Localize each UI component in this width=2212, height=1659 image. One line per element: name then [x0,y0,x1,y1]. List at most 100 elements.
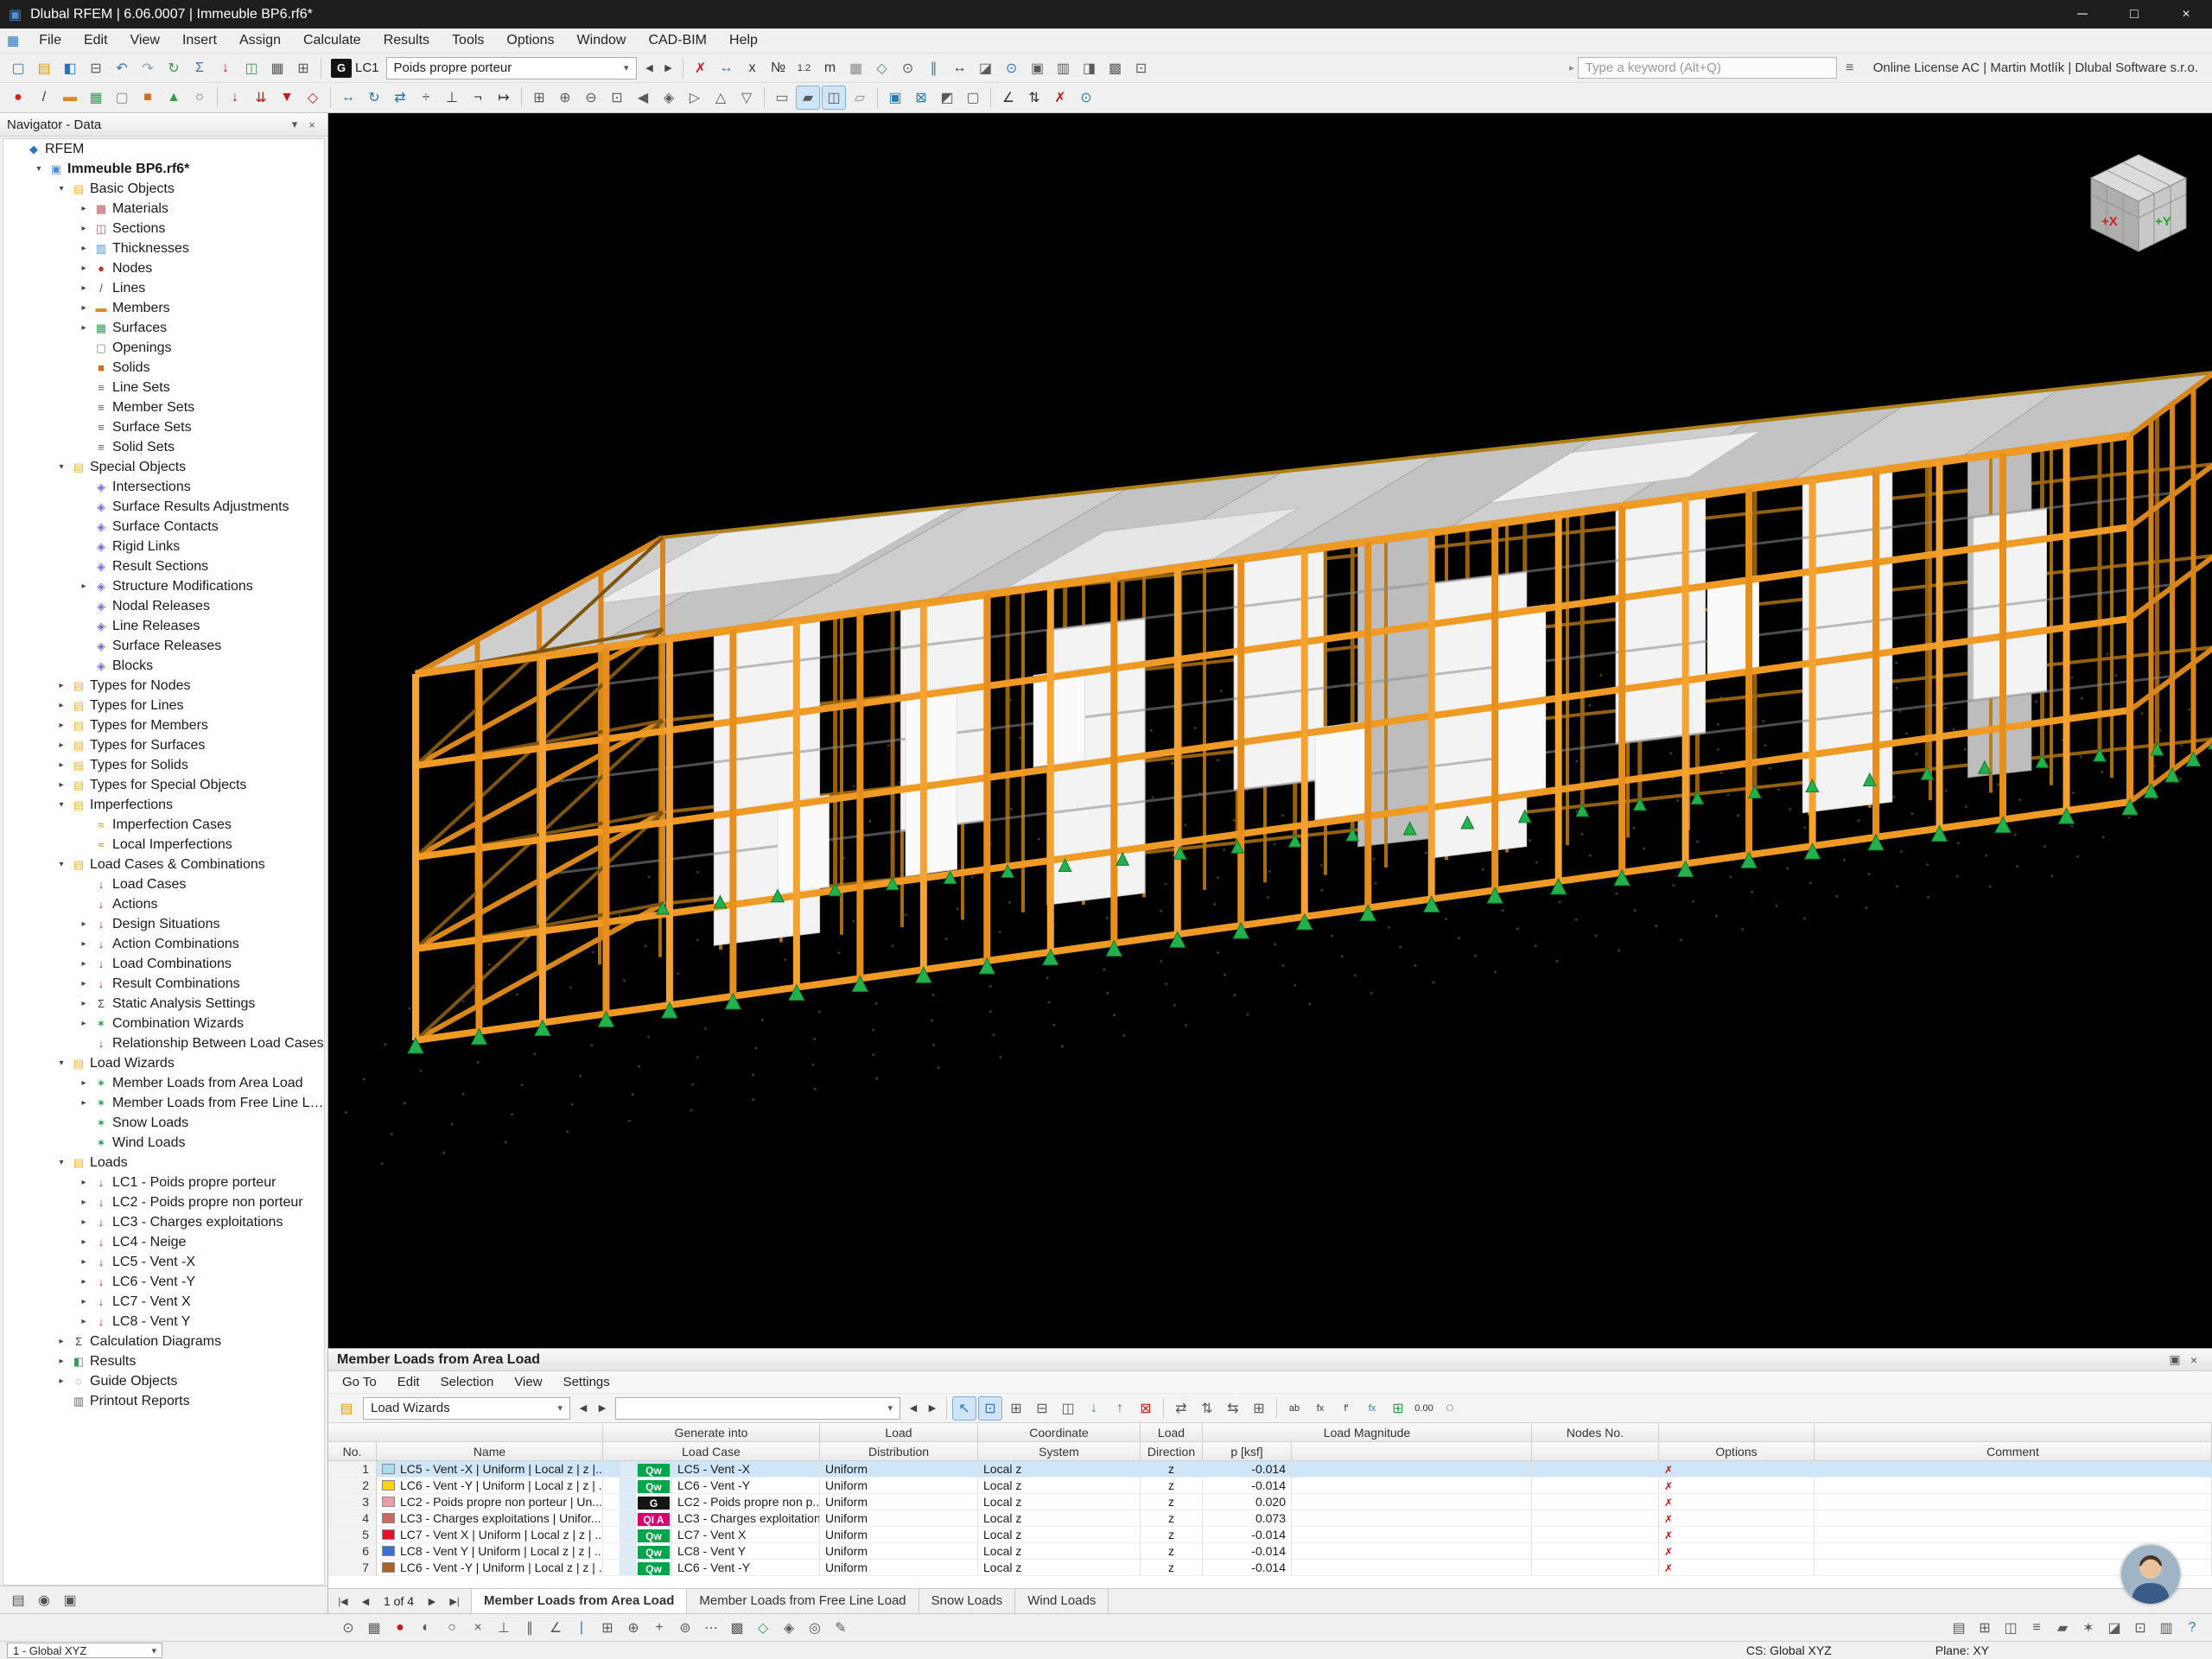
calculator-icon[interactable]: ⊞ [1386,1396,1410,1421]
grid-icon[interactable]: ▦ [844,56,868,80]
tree-item-thicknesses[interactable]: ▸▥Thicknesses [3,238,324,258]
eye-icon[interactable]: ◉ [32,1588,56,1612]
intersection-snap-icon[interactable]: × [466,1616,490,1640]
layers-icon[interactable]: ≡ [2024,1616,2049,1640]
minimize-button[interactable]: ─ [2056,0,2108,29]
endpoint-snap-icon[interactable]: ○ [440,1616,464,1640]
options-icon[interactable]: ✗ [1664,1513,1673,1525]
view-in-x-icon[interactable]: ▷ [683,86,707,110]
tree-item-result-combinations[interactable]: ▸↓Result Combinations [3,974,324,994]
lighting-icon[interactable]: ✶ [2076,1616,2101,1640]
mirror-icon[interactable]: ⇄ [388,86,412,110]
expand-icon[interactable]: ▸ [54,760,69,770]
tab-member-loads-from-area-load[interactable]: Member Loads from Area Load [472,1589,687,1614]
visibility-icon[interactable]: ⊙ [1000,56,1024,80]
view-in-y-icon[interactable]: △ [709,86,733,110]
expand-icon[interactable]: ▸ [76,1257,92,1267]
angle-snap-icon[interactable]: ∠ [543,1616,568,1640]
last-page-button[interactable]: ▶| [443,1596,466,1607]
open-model-icon[interactable]: ▤ [32,56,56,80]
hidden-lines-icon[interactable]: ▱ [848,86,872,110]
coordinate-input-icon[interactable]: + [647,1616,671,1640]
tree-item-design-situations[interactable]: ▸↓Design Situations [3,914,324,934]
units-icon[interactable]: m [818,56,842,80]
decimal-places-icon[interactable]: 0.00 [1412,1396,1436,1421]
collapse-icon[interactable]: ▾ [54,462,69,472]
tab-member-loads-from-free-line-load[interactable]: Member Loads from Free Line Load [687,1589,918,1614]
viewport-3d[interactable]: +X +Y [328,113,2212,1348]
user-avatar[interactable] [2121,1545,2180,1604]
tree-item-solids[interactable]: ■Solids [3,358,324,378]
menu-calculate[interactable]: Calculate [292,29,372,53]
node-snap-icon[interactable]: ● [388,1616,412,1640]
solid-display-icon[interactable]: ▰ [796,86,820,110]
options-icon[interactable]: ✗ [1664,1562,1673,1574]
edit-coordinates-icon[interactable]: ✎ [829,1616,853,1640]
measure-icon[interactable]: ∠ [996,86,1020,110]
tables-toggle-icon[interactable]: ⊞ [1973,1616,1997,1640]
isometric-view-icon[interactable]: ◈ [657,86,681,110]
expand-icon[interactable]: ▸ [76,1078,92,1088]
insert-opening-icon[interactable]: ▢ [110,86,134,110]
tree-item-materials[interactable]: ▸▦Materials [3,199,324,219]
new-model-icon[interactable]: ▢ [6,56,30,80]
coordinate-system-combo[interactable]: 1 - Global XYZ ▾ [7,1643,162,1658]
load-case-combo[interactable]: Poids propre porteur ▾ [386,57,637,79]
menu-assign[interactable]: Assign [228,29,292,53]
snap-settings-icon[interactable]: ⊙ [336,1616,360,1640]
menu-results[interactable]: Results [372,29,441,53]
plane-xy-icon[interactable]: ◇ [751,1616,775,1640]
rotate-icon[interactable]: ↻ [362,86,386,110]
tree-item-surface-releases[interactable]: ◈Surface Releases [3,636,324,656]
undo-icon[interactable]: ↶ [110,56,134,80]
edit-function-icon[interactable]: f′ [1334,1396,1358,1421]
select-rhombus-icon[interactable]: ⊠ [909,86,933,110]
prev-entry-button[interactable]: ◀ [905,1396,922,1421]
insert-row-icon[interactable]: ⊞ [1004,1396,1028,1421]
dimensions-icon[interactable]: ↔ [948,56,972,80]
tree-item-loads[interactable]: ▾▤Loads [3,1153,324,1173]
expand-icon[interactable]: ▸ [76,1317,92,1326]
zoom-out-icon[interactable]: ⊖ [579,86,603,110]
tree-item-surface-contacts[interactable]: ◈Surface Contacts [3,517,324,537]
first-page-button[interactable]: |◀ [332,1596,354,1607]
export-table-icon[interactable]: ↑ [1108,1396,1132,1421]
render-toggle-icon[interactable]: ▰ [2050,1616,2075,1640]
camera-icon[interactable]: ▣ [58,1588,82,1612]
tree-item-combination-wizards[interactable]: ▸✶Combination Wizards [3,1014,324,1033]
guideline-snap-icon[interactable]: | [569,1616,594,1640]
hamburger-menu-icon[interactable]: ≡ [1838,56,1862,80]
tree-item-results[interactable]: ▸◧Results [3,1351,324,1371]
nodal-load-icon[interactable]: ↓ [223,86,247,110]
function-icon[interactable]: fx [1308,1396,1332,1421]
tree-item-member-loads-from-free-line-load[interactable]: ▸✶Member Loads from Free Line Load [3,1093,324,1113]
tree-item-types-for-members[interactable]: ▸▤Types for Members [3,715,324,735]
goto-graphic-icon[interactable]: ⇆ [1221,1396,1245,1421]
grid-display-icon[interactable]: ▩ [725,1616,749,1640]
tree-item-basic-objects[interactable]: ▾▤Basic Objects [3,179,324,199]
menu-options[interactable]: Options [495,29,565,53]
expand-icon[interactable]: ▸ [76,1178,92,1187]
object-snap-icon[interactable]: ⊚ [673,1616,697,1640]
menu-cad-bim[interactable]: CAD-BIM [637,29,718,53]
expand-icon[interactable]: ▸ [76,264,92,273]
insert-line-icon[interactable]: / [32,86,56,110]
panel-float-icon[interactable]: ▣ [2165,1352,2184,1367]
tree-item-special-objects[interactable]: ▾▤Special Objects [3,457,324,477]
show-results-icon[interactable]: ◫ [239,56,264,80]
tree-item-load-wizards[interactable]: ▾▤Load Wizards [3,1053,324,1073]
options-icon[interactable]: ✗ [1664,1480,1673,1492]
screenshot-icon[interactable]: ⊡ [1129,56,1154,80]
collapse-icon[interactable]: ▾ [54,1158,69,1167]
member-load-icon[interactable]: ⇊ [249,86,273,110]
tree-item-types-for-surfaces[interactable]: ▸▤Types for Surfaces [3,735,324,755]
expand-icon[interactable]: ▸ [76,1217,92,1227]
invert-selection-icon[interactable]: ◩ [935,86,959,110]
prev-page-button[interactable]: ◀ [354,1596,377,1607]
print-icon[interactable]: ⊟ [84,56,108,80]
expand-icon[interactable]: ▸ [76,1277,92,1287]
tree-item-local-imperfections[interactable]: ≈Local Imperfections [3,835,324,855]
select-window-icon[interactable]: ▣ [883,86,907,110]
insert-member-icon[interactable]: ▬ [58,86,82,110]
expand-icon[interactable]: ▸ [76,1297,92,1306]
